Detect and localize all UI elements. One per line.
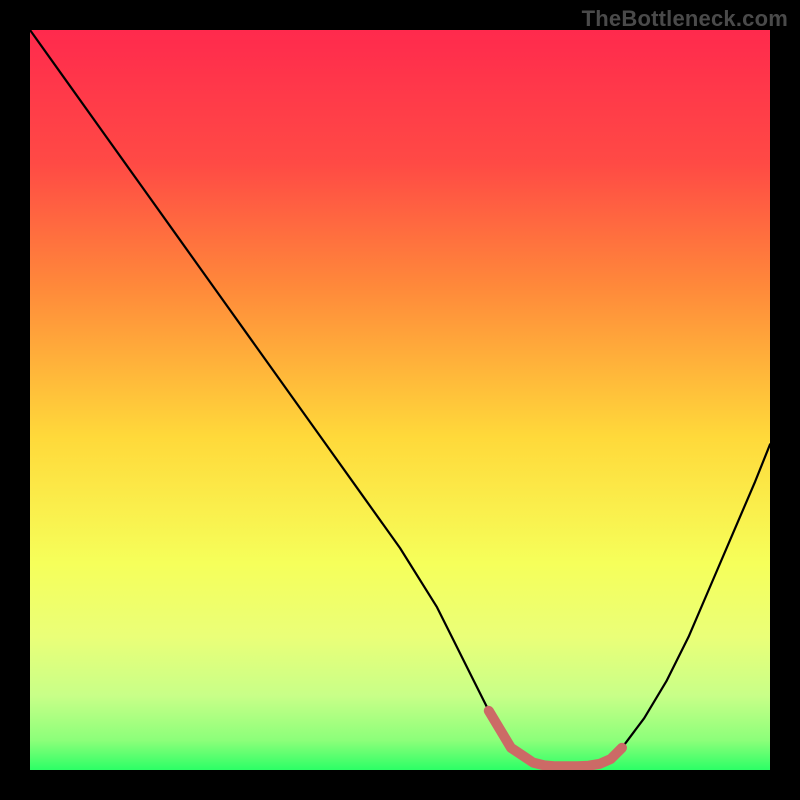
chart-frame: { "watermark": "TheBottleneck.com", "col… (0, 0, 800, 800)
watermark-text: TheBottleneck.com (582, 6, 788, 32)
gradient-background (30, 30, 770, 770)
bottleneck-chart (30, 30, 770, 770)
